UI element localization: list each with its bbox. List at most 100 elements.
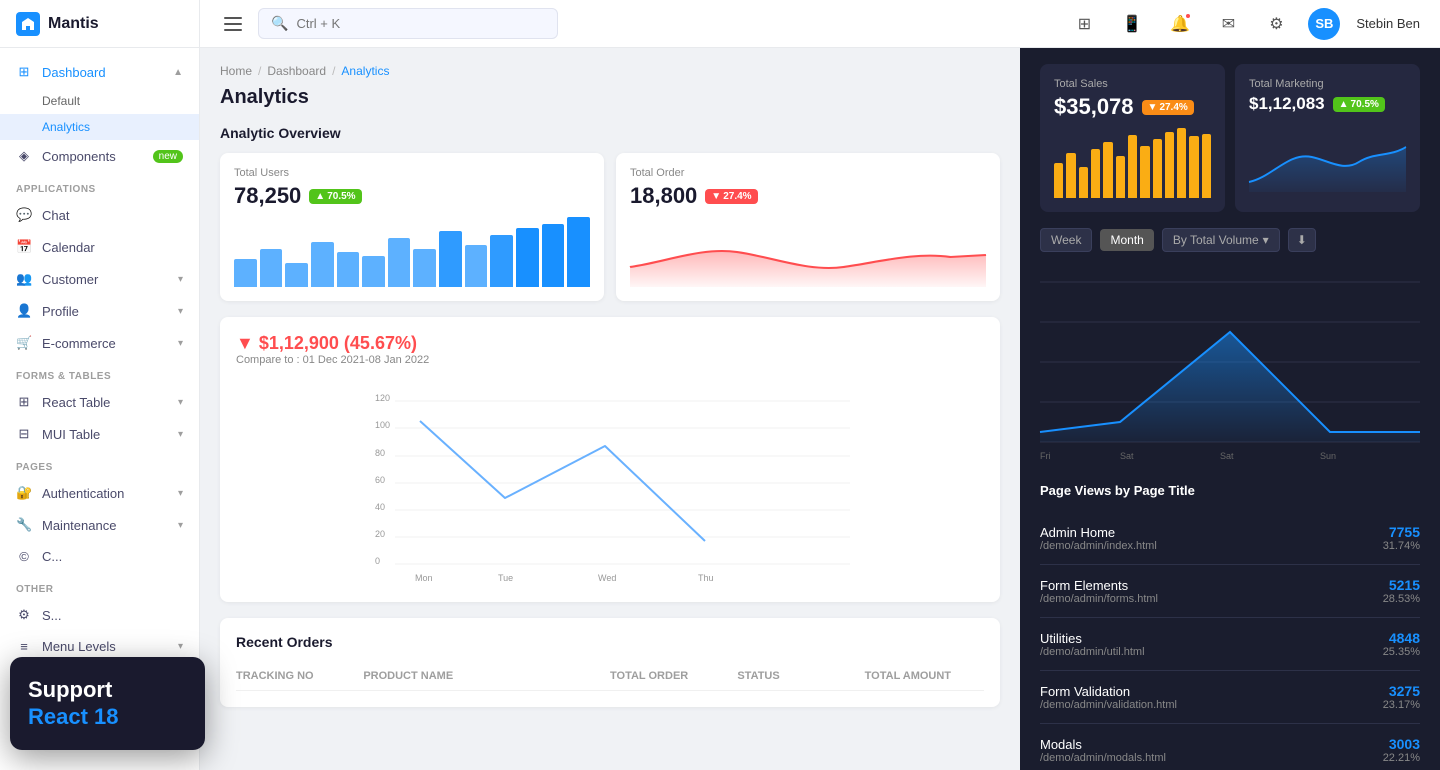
svg-text:0: 0 xyxy=(375,556,380,566)
avatar[interactable]: SB xyxy=(1308,8,1340,40)
sales-badge: ▼ 27.4% xyxy=(1142,100,1194,115)
chevron-down-icon-2: ▾ xyxy=(178,306,183,317)
download-button[interactable]: ⬇ xyxy=(1288,228,1316,252)
total-sales-value: $35,078 ▼ 27.4% xyxy=(1054,94,1211,120)
dashboard-icon: ⊞ xyxy=(16,64,32,80)
topbar: 🔍 ⊞ 📱 🔔 ✉ ⚙ SB Stebin Ben xyxy=(200,0,1440,48)
sidebar-item-c[interactable]: © C... xyxy=(0,541,199,572)
recent-orders-title: Recent Orders xyxy=(236,634,984,650)
col-product: PRODUCT NAME xyxy=(363,670,602,682)
total-users-value: 78,250 ▲ 70.5% xyxy=(234,183,590,209)
analytic-overview-title: Analytic Overview xyxy=(220,125,1000,141)
search-input[interactable] xyxy=(296,16,545,31)
svg-text:60: 60 xyxy=(375,475,385,485)
pv-title-2: Utilities xyxy=(1040,631,1145,646)
page-views-title: Page Views by Page Title xyxy=(1040,483,1420,498)
pv-url-4: /demo/admin/modals.html xyxy=(1040,752,1166,764)
calendar-icon: 📅 xyxy=(16,239,32,255)
pv-title-0: Admin Home xyxy=(1040,525,1157,540)
sidebar-sub-default[interactable]: Default xyxy=(0,88,199,114)
pv-url-3: /demo/admin/validation.html xyxy=(1040,699,1177,711)
sidebar-item-dashboard[interactable]: ⊞ Dashboard ▲ xyxy=(0,56,199,88)
total-order-value: 18,800 ▼ 27.4% xyxy=(630,183,986,209)
sidebar-item-authentication[interactable]: 🔐 Authentication ▾ xyxy=(0,477,199,509)
logo-text: Mantis xyxy=(48,15,99,33)
marketing-badge: ▲ 70.5% xyxy=(1333,97,1385,112)
page-title: Analytics xyxy=(220,86,1000,109)
users-badge: ▲ 70.5% xyxy=(309,189,361,204)
total-order-label: Total Order xyxy=(630,167,986,179)
page-view-item-0: Admin Home /demo/admin/index.html 7755 3… xyxy=(1040,512,1420,565)
sidebar: Mantis ⊞ Dashboard ▲ Default Analytics ◈… xyxy=(0,0,200,770)
pv-count-2: 4848 xyxy=(1383,630,1420,646)
section-pages: Pages xyxy=(0,450,199,477)
sidebar-item-chat[interactable]: 💬 Chat xyxy=(0,199,199,231)
sidebar-item-maintenance[interactable]: 🔧 Maintenance ▾ xyxy=(0,509,199,541)
svg-text:100: 100 xyxy=(375,420,390,430)
sidebar-item-profile[interactable]: 👤 Profile ▾ xyxy=(0,295,199,327)
month-button[interactable]: Month xyxy=(1100,229,1153,251)
users-bar-chart xyxy=(234,217,590,287)
pv-pct-3: 23.17% xyxy=(1383,699,1420,711)
chevron-up-icon: ▲ xyxy=(173,67,183,78)
section-other: Other xyxy=(0,572,199,599)
sidebar-sub-analytics[interactable]: Analytics xyxy=(0,114,199,140)
phone-icon[interactable]: 📱 xyxy=(1116,8,1148,40)
breadcrumb-dashboard[interactable]: Dashboard xyxy=(267,64,326,78)
svg-text:40: 40 xyxy=(375,502,385,512)
support-title: Support React 18 xyxy=(28,677,187,730)
total-sales-label: Total Sales xyxy=(1054,78,1211,90)
total-marketing-value: $1,12,083 ▲ 70.5% xyxy=(1249,94,1406,114)
income-compare: Compare to : 01 Dec 2021-08 Jan 2022 xyxy=(236,354,429,366)
chevron-down-icon-6: ▾ xyxy=(178,488,183,499)
mui-table-icon: ⊟ xyxy=(16,426,32,442)
page-view-item-1: Form Elements /demo/admin/forms.html 521… xyxy=(1040,565,1420,618)
mail-icon[interactable]: ✉ xyxy=(1212,8,1244,40)
recent-orders-card: Recent Orders TRACKING NO PRODUCT NAME T… xyxy=(220,618,1000,707)
react-table-icon: ⊞ xyxy=(16,394,32,410)
page-views-section: Page Views by Page Title Admin Home /dem… xyxy=(1040,483,1420,770)
svg-text:Sun: Sun xyxy=(1320,451,1336,461)
dark-income-chart: Week Month By Total Volume ▾ ⬇ xyxy=(1040,228,1420,467)
c-icon: © xyxy=(16,549,32,564)
sales-bar-chart xyxy=(1054,128,1211,198)
volume-chevron: ▾ xyxy=(1263,233,1269,247)
order-chart xyxy=(630,217,986,287)
sidebar-item-calendar[interactable]: 📅 Calendar xyxy=(0,231,199,263)
pv-url-0: /demo/admin/index.html xyxy=(1040,540,1157,552)
s-icon: ⚙ xyxy=(16,607,32,623)
sidebar-item-components[interactable]: ◈ Components new xyxy=(0,140,199,172)
stat-card-order: Total Order 18,800 ▼ 27.4% xyxy=(616,153,1000,301)
components-badge: new xyxy=(153,150,183,163)
hamburger-menu[interactable] xyxy=(220,13,246,35)
sidebar-item-customer[interactable]: 👥 Customer ▾ xyxy=(0,263,199,295)
marketing-chart xyxy=(1249,122,1406,192)
sidebar-item-mui-table[interactable]: ⊟ MUI Table ▾ xyxy=(0,418,199,450)
col-status: STATUS xyxy=(737,670,856,682)
breadcrumb-home[interactable]: Home xyxy=(220,64,252,78)
apps-icon[interactable]: ⊞ xyxy=(1068,8,1100,40)
search-bar[interactable]: 🔍 xyxy=(258,8,558,39)
chevron-down-icon-7: ▾ xyxy=(178,520,183,531)
sidebar-item-ecommerce[interactable]: 🛒 E-commerce ▾ xyxy=(0,327,199,359)
support-popup[interactable]: Support React 18 xyxy=(10,657,205,750)
dark-chart-controls: Week Month By Total Volume ▾ ⬇ xyxy=(1040,228,1420,252)
stat-cards: Total Users 78,250 ▲ 70.5% xyxy=(220,153,1000,301)
logo[interactable]: Mantis xyxy=(0,0,199,48)
search-icon: 🔍 xyxy=(271,15,288,32)
pv-pct-4: 22.21% xyxy=(1383,752,1420,764)
pv-count-1: 5215 xyxy=(1383,577,1420,593)
profile-icon: 👤 xyxy=(16,303,32,319)
pv-count-3: 3275 xyxy=(1383,683,1420,699)
sidebar-item-s[interactable]: ⚙ S... xyxy=(0,599,199,631)
components-icon: ◈ xyxy=(16,148,32,164)
sidebar-item-react-table[interactable]: ⊞ React Table ▾ xyxy=(0,386,199,418)
svg-text:Sat: Sat xyxy=(1120,451,1134,461)
svg-text:Fri: Fri xyxy=(1040,451,1051,461)
week-button[interactable]: Week xyxy=(1040,228,1092,252)
volume-button[interactable]: By Total Volume ▾ xyxy=(1162,228,1280,252)
settings-icon[interactable]: ⚙ xyxy=(1260,8,1292,40)
svg-text:Sat: Sat xyxy=(1220,451,1234,461)
notification-icon[interactable]: 🔔 xyxy=(1164,8,1196,40)
pv-title-4: Modals xyxy=(1040,737,1166,752)
